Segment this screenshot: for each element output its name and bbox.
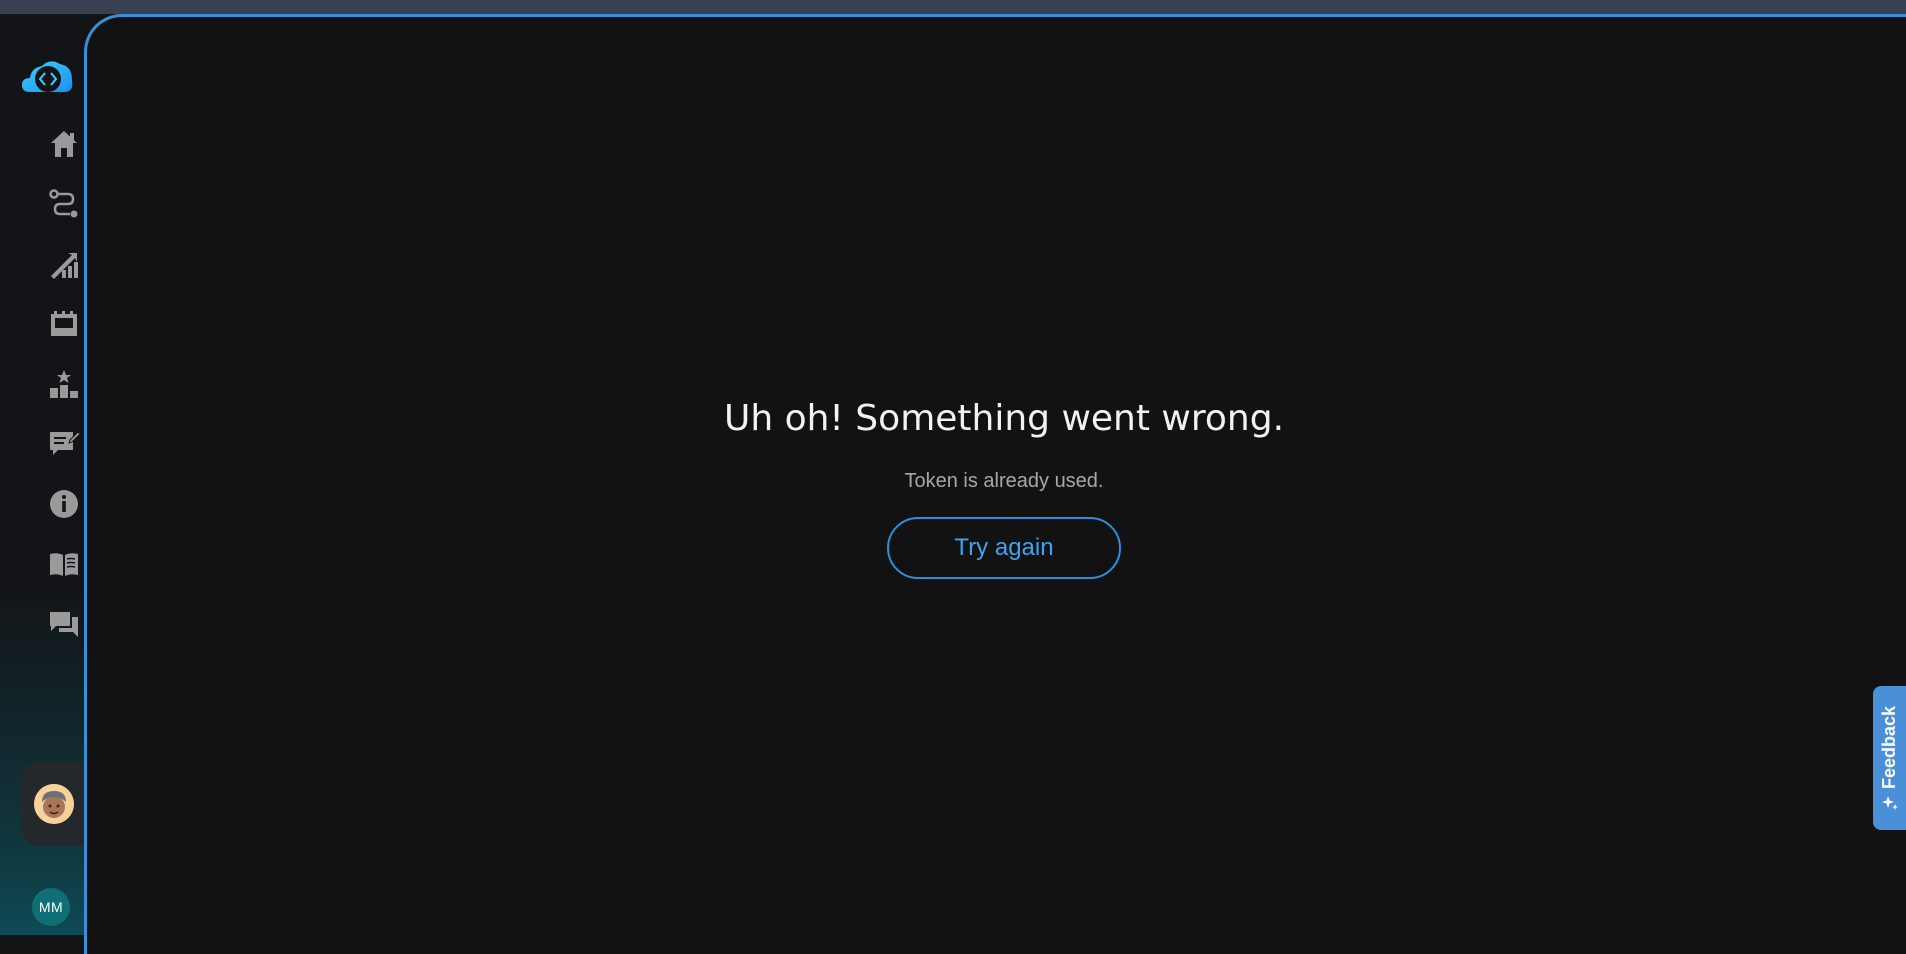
- home-icon: [51, 131, 77, 157]
- book-icon: [50, 553, 78, 576]
- sidebar-item-posts[interactable]: [44, 424, 84, 464]
- sidebar-item-growth[interactable]: [44, 244, 84, 284]
- sidebar-item-info[interactable]: [44, 484, 84, 524]
- sparkle-icon: [1881, 795, 1898, 810]
- info-icon: [50, 490, 78, 518]
- growth-chart-icon: [51, 253, 78, 279]
- try-again-button[interactable]: Try again: [887, 517, 1121, 579]
- sidebar-item-home[interactable]: [44, 124, 84, 164]
- edit-comment-icon: [50, 431, 80, 455]
- route-icon: [49, 189, 78, 218]
- app-logo[interactable]: [20, 52, 76, 104]
- main-content: [84, 14, 1906, 954]
- avatar: [34, 784, 74, 824]
- chat-icon: [50, 612, 78, 637]
- browser-top-bar: [0, 0, 1906, 14]
- sidebar-item-board[interactable]: [44, 304, 84, 344]
- sidebar-item-docs[interactable]: [44, 544, 84, 584]
- board-icon: [51, 311, 77, 336]
- feedback-label: Feedback: [1879, 705, 1900, 789]
- sidebar: MM: [0, 14, 90, 935]
- profile-card[interactable]: [22, 762, 90, 846]
- sidebar-item-chat[interactable]: [44, 604, 84, 644]
- user-initials-avatar[interactable]: MM: [32, 888, 70, 926]
- sidebar-item-routes[interactable]: [44, 184, 84, 224]
- sidebar-item-leaderboard[interactable]: [44, 364, 84, 404]
- leaderboard-icon: [50, 370, 78, 398]
- feedback-button[interactable]: Feedback: [1873, 686, 1906, 830]
